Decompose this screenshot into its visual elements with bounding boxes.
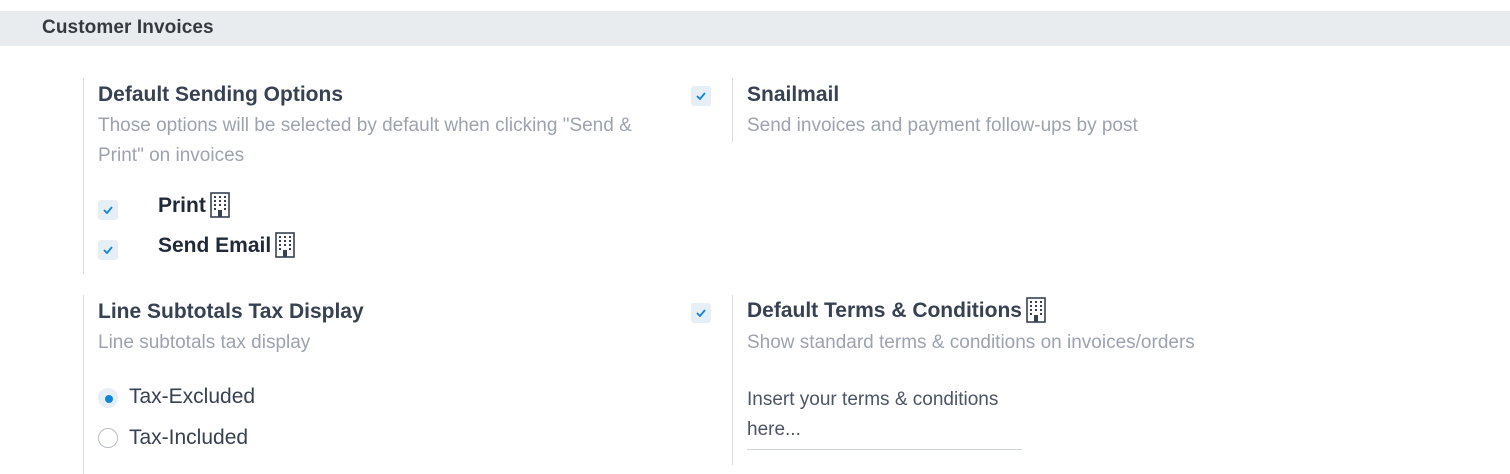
- setting-title: Default Terms & Conditions: [747, 299, 1022, 322]
- section-header: Customer Invoices: [0, 11, 1510, 46]
- send-email-option-label: Send Email: [158, 232, 296, 258]
- company-building-icon: [1026, 297, 1046, 323]
- setting-title: Line Subtotals Tax Display: [98, 300, 364, 323]
- checkmark-icon: [696, 92, 706, 100]
- print-checkbox[interactable]: [98, 200, 118, 220]
- setting-title: Default Sending Options: [98, 83, 343, 106]
- print-option-label: Print: [158, 192, 230, 218]
- checkmark-icon: [103, 246, 113, 254]
- separator-right-bottom: [732, 295, 733, 465]
- checkmark-icon: [696, 309, 706, 317]
- setting-description: Line subtotals tax display: [98, 332, 311, 353]
- tax-included-radio[interactable]: [98, 428, 118, 448]
- setting-description: Show standard terms & conditions on invo…: [747, 332, 1195, 353]
- setting-description: Those options will be selected by defaul…: [98, 115, 632, 166]
- tax-included-label[interactable]: Tax-Included: [129, 426, 248, 450]
- default-terms-title-row: Default Terms & Conditions: [747, 297, 1046, 323]
- print-label: Print: [158, 194, 206, 217]
- send-email-label: Send Email: [158, 234, 272, 257]
- company-building-icon: [275, 232, 296, 258]
- setting-title: Snailmail: [747, 83, 840, 106]
- snailmail-checkbox[interactable]: [691, 86, 711, 106]
- send-email-checkbox[interactable]: [98, 240, 118, 260]
- default-terms-checkbox[interactable]: [691, 303, 711, 323]
- tax-excluded-radio[interactable]: [98, 388, 118, 408]
- setting-description: Send invoices and payment follow-ups by …: [747, 115, 1138, 136]
- terms-conditions-input[interactable]: [747, 385, 1022, 450]
- company-building-icon: [210, 192, 230, 218]
- checkmark-icon: [103, 206, 113, 214]
- separator-left-bottom: [83, 295, 84, 474]
- separator-left-top: [83, 78, 84, 274]
- tax-excluded-label[interactable]: Tax-Excluded: [129, 385, 255, 409]
- separator-right-top: [732, 78, 733, 142]
- section-title: Customer Invoices: [42, 17, 214, 38]
